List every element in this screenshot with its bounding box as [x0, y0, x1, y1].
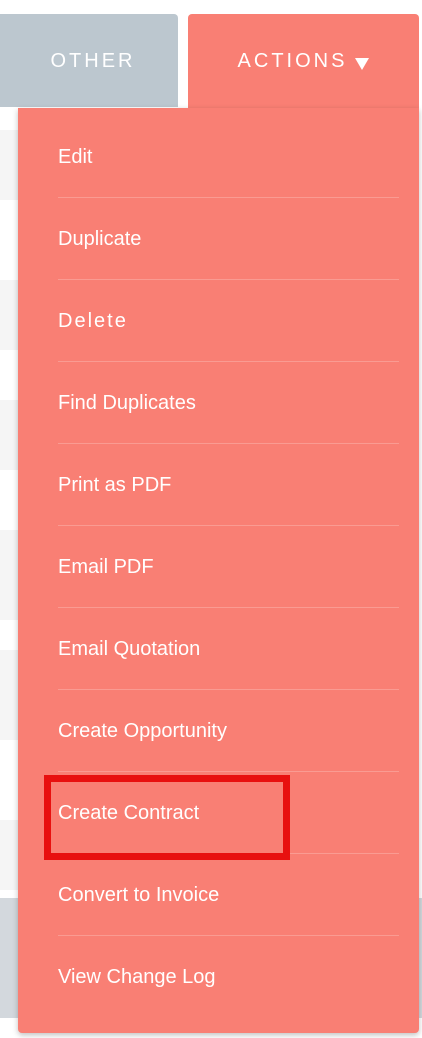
menu-item-view-change-log[interactable]: View Change Log [58, 936, 399, 1018]
menu-item-print-as-pdf[interactable]: Print as PDF [58, 444, 399, 526]
menu-item-duplicate[interactable]: Duplicate [58, 198, 399, 280]
menu-item-create-contract[interactable]: Create Contract [58, 772, 399, 854]
caret-down-icon [355, 58, 370, 70]
actions-dropdown-menu: Edit Duplicate Delete Find Duplicates Pr… [18, 108, 419, 1033]
menu-item-edit[interactable]: Edit [58, 116, 399, 198]
tab-actions-label: ACTIONS [237, 50, 348, 72]
menu-item-find-duplicates[interactable]: Find Duplicates [58, 362, 399, 444]
menu-item-email-pdf[interactable]: Email PDF [58, 526, 399, 608]
tab-actions[interactable]: ACTIONS [188, 14, 419, 112]
menu-item-delete[interactable]: Delete [58, 280, 399, 362]
tab-other-label: OTHER [50, 50, 136, 72]
menu-item-create-opportunity[interactable]: Create Opportunity [58, 690, 399, 772]
tab-other[interactable]: OTHER [0, 14, 178, 107]
menu-item-email-quotation[interactable]: Email Quotation [58, 608, 399, 690]
menu-item-convert-to-invoice[interactable]: Convert to Invoice [58, 854, 399, 936]
